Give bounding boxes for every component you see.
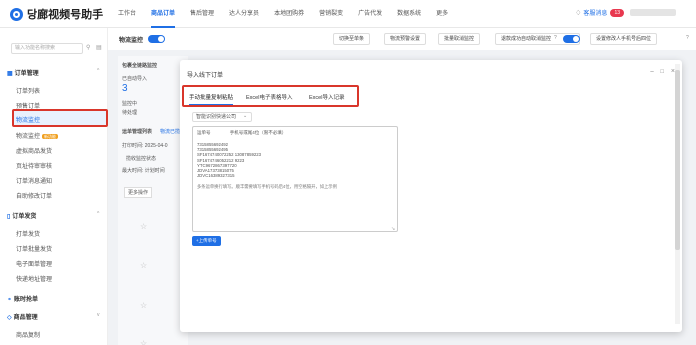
upload-waybill-button[interactable]: +上传单号 bbox=[192, 236, 221, 246]
set-phone-suffix-button[interactable]: 设置修改人手机号后四位 bbox=[590, 33, 658, 45]
top-bar: 당廊视频号助手 工作台 商品订单 售后管理 达人分享员 本地团购券 营销裂变 广… bbox=[0, 0, 696, 28]
nav-item-data[interactable]: 数据系统 bbox=[397, 0, 421, 28]
help-icon[interactable]: ? bbox=[686, 35, 689, 41]
maximize-icon[interactable]: □ bbox=[660, 69, 664, 75]
nav-item-after-sales[interactable]: 售后管理 bbox=[190, 0, 214, 28]
sidebar-item-product-copy[interactable]: 商品复制 bbox=[16, 330, 40, 339]
panel-label: 最大时间: 计划时间 bbox=[122, 168, 165, 174]
sidebar-item-print-ship[interactable]: 打单发货 bbox=[16, 229, 40, 238]
collapse-icon[interactable]: ▤ bbox=[96, 44, 102, 51]
panel-title: 包裹全链路监控 bbox=[122, 63, 158, 69]
sidebar-group-orders[interactable]: ▦ 订单管理 bbox=[7, 68, 39, 77]
nav-item-marketing[interactable]: 营销裂变 bbox=[319, 0, 343, 28]
toolbar: 物流监控 切换至单条 物流预警设置 批量取消监控 退款成功自动取消监控 ? 设置… bbox=[108, 28, 696, 50]
monitor-toggle[interactable] bbox=[148, 35, 165, 43]
sidebar-item-order-list[interactable]: 订单列表 bbox=[16, 86, 40, 95]
sidebar-search-input[interactable]: 输入功能名称搜索 bbox=[11, 43, 83, 54]
main-nav: 工作台 商品订单 售后管理 达人分享员 本地团购券 营销裂变 广告代发 数据系统… bbox=[118, 0, 463, 28]
nav-item-orders[interactable]: 商品订单 bbox=[151, 0, 176, 28]
tab-excel-import[interactable]: Excel电子表格导入 bbox=[246, 93, 292, 101]
top-right-area: ♢ 客服消息 13 bbox=[575, 8, 676, 17]
sidebar-group-label: 商品管理 bbox=[13, 315, 38, 321]
waybill-line: JDVC16389327315 bbox=[197, 173, 235, 179]
import-offline-orders-dialog: 导入线下订单 − □ × 手动批量复制粘贴 Excel电子表格导入 Excel导… bbox=[180, 60, 682, 332]
logo-icon bbox=[10, 7, 23, 21]
sidebar-item-address[interactable]: 快递地址管理 bbox=[16, 274, 52, 283]
sidebar-item-label: 物流监控 bbox=[16, 134, 41, 140]
order-icon: ▦ bbox=[7, 71, 13, 77]
panel-label: 揽收监控状态 bbox=[126, 156, 157, 162]
truck-icon: ▯ bbox=[7, 214, 11, 220]
chevron-down-icon[interactable]: v bbox=[97, 312, 100, 318]
warning-settings-button[interactable]: 物流预警设置 bbox=[384, 33, 427, 45]
scrollbar-thumb[interactable] bbox=[675, 70, 680, 250]
help-icon[interactable]: ? bbox=[554, 35, 557, 41]
tab-excel-import-records[interactable]: Excel导入记录 bbox=[309, 93, 344, 101]
import-tabs: 手动批量复制粘贴 Excel电子表格导入 Excel导入记录 bbox=[182, 85, 359, 107]
app-name: 당廊视频号助手 bbox=[27, 9, 104, 21]
nav-item-workbench[interactable]: 工作台 bbox=[118, 0, 136, 28]
sidebar-item-logistics-monitor-new[interactable]: 物流监控 新功能 bbox=[16, 131, 59, 140]
sidebar: 输入功能名称搜索 ⚲ ▤ ▦ 订单管理 ^ 订单列表 预售订单 物流监控 物流监控… bbox=[0, 28, 108, 345]
star-icon[interactable]: ☆ bbox=[140, 339, 147, 345]
sidebar-group-shipping[interactable]: ▯ 订单发货 bbox=[7, 211, 36, 220]
panel-label: 待处理 bbox=[122, 110, 138, 116]
flash-icon: ⚬ bbox=[7, 297, 13, 303]
sidebar-item-waybill[interactable]: 电子面单管理 bbox=[16, 259, 52, 268]
panel-label: 已自动导入 bbox=[122, 76, 148, 82]
textarea-note: 多条运单换行填写。顺丰需要填写手机号码后4位，用空格隔开，如上示例 bbox=[197, 184, 337, 190]
page-title: 物流监控 bbox=[119, 38, 144, 44]
dialog-title: 导入线下订单 bbox=[187, 73, 224, 79]
nav-item-more[interactable]: 更多 bbox=[436, 0, 448, 28]
sidebar-item-batch-ship[interactable]: 订单批量发货 bbox=[16, 244, 52, 253]
nav-item-influencers[interactable]: 达人分享员 bbox=[229, 0, 259, 28]
messages-link[interactable]: 客服消息 bbox=[583, 8, 607, 17]
header-phone: 手机号或尾4位（限不必填） bbox=[229, 130, 287, 135]
chevron-down-icon[interactable]: ⌄ bbox=[243, 113, 247, 119]
user-name-blurred[interactable] bbox=[630, 9, 676, 16]
new-badge: 新功能 bbox=[42, 134, 59, 139]
app-logo[interactable]: 당廊视频号助手 bbox=[10, 6, 103, 22]
minimize-icon[interactable]: − bbox=[650, 69, 654, 76]
bell-icon[interactable]: ♢ bbox=[575, 9, 581, 17]
sidebar-item-address-review[interactable]: 页址待审审核 bbox=[16, 161, 52, 170]
nav-item-local-coupons[interactable]: 本地团购券 bbox=[274, 0, 304, 28]
messages-count-badge: 13 bbox=[610, 8, 624, 17]
resize-handle-icon[interactable]: ↘ bbox=[391, 226, 395, 232]
panel-title: 运单管理列表 bbox=[122, 129, 153, 135]
chevron-up-icon[interactable]: ^ bbox=[97, 68, 99, 74]
search-icon[interactable]: ⚲ bbox=[86, 44, 90, 51]
sidebar-group-label: 订单发货 bbox=[12, 214, 37, 220]
refund-auto-cancel-toggle[interactable] bbox=[563, 35, 580, 43]
star-icon[interactable]: ☆ bbox=[140, 301, 147, 310]
header-waybill: 运单号 bbox=[197, 130, 211, 135]
panel-label: 监控中 bbox=[122, 101, 138, 107]
sidebar-item-order-notify[interactable]: 订单消息通知 bbox=[16, 176, 52, 185]
product-icon: ◇ bbox=[7, 315, 12, 321]
background-panel: 包裹全链路监控 已自动导入 3 监控中 待处理 运单管理列表 物流已揽件 打印时… bbox=[118, 56, 188, 345]
sidebar-group-flash[interactable]: ⚬ 账时抢单 bbox=[7, 294, 38, 303]
sidebar-group-products[interactable]: ◇ 商品管理 bbox=[7, 312, 38, 321]
sidebar-item-logistics-monitor[interactable]: 物流监控 bbox=[16, 115, 40, 124]
tab-manual-paste[interactable]: 手动批量复制粘贴 bbox=[189, 93, 234, 105]
star-icon[interactable]: ☆ bbox=[140, 222, 147, 231]
sidebar-group-label: 订单管理 bbox=[14, 71, 39, 77]
chevron-up-icon[interactable]: ^ bbox=[97, 211, 99, 217]
sidebar-item-virtual-shipping[interactable]: 虚拟商品发货 bbox=[16, 146, 52, 155]
waybill-textarea[interactable]: 运单号 手机号或尾4位（限不必填） 7315855692492 73158556… bbox=[192, 126, 398, 232]
more-actions-button[interactable]: 更多操作 bbox=[124, 187, 153, 198]
nav-item-ads[interactable]: 广告代发 bbox=[358, 0, 382, 28]
panel-count: 3 bbox=[122, 83, 128, 94]
sidebar-item-self-modify[interactable]: 自助修改订单 bbox=[16, 191, 52, 200]
batch-cancel-button[interactable]: 批量取消监控 bbox=[438, 33, 481, 45]
sidebar-group-label: 账时抢单 bbox=[14, 297, 39, 303]
star-icon[interactable]: ☆ bbox=[140, 261, 147, 270]
switch-single-button[interactable]: 切换至单条 bbox=[333, 33, 371, 45]
panel-label: 打印时间: 2025-04-0 bbox=[122, 143, 168, 149]
